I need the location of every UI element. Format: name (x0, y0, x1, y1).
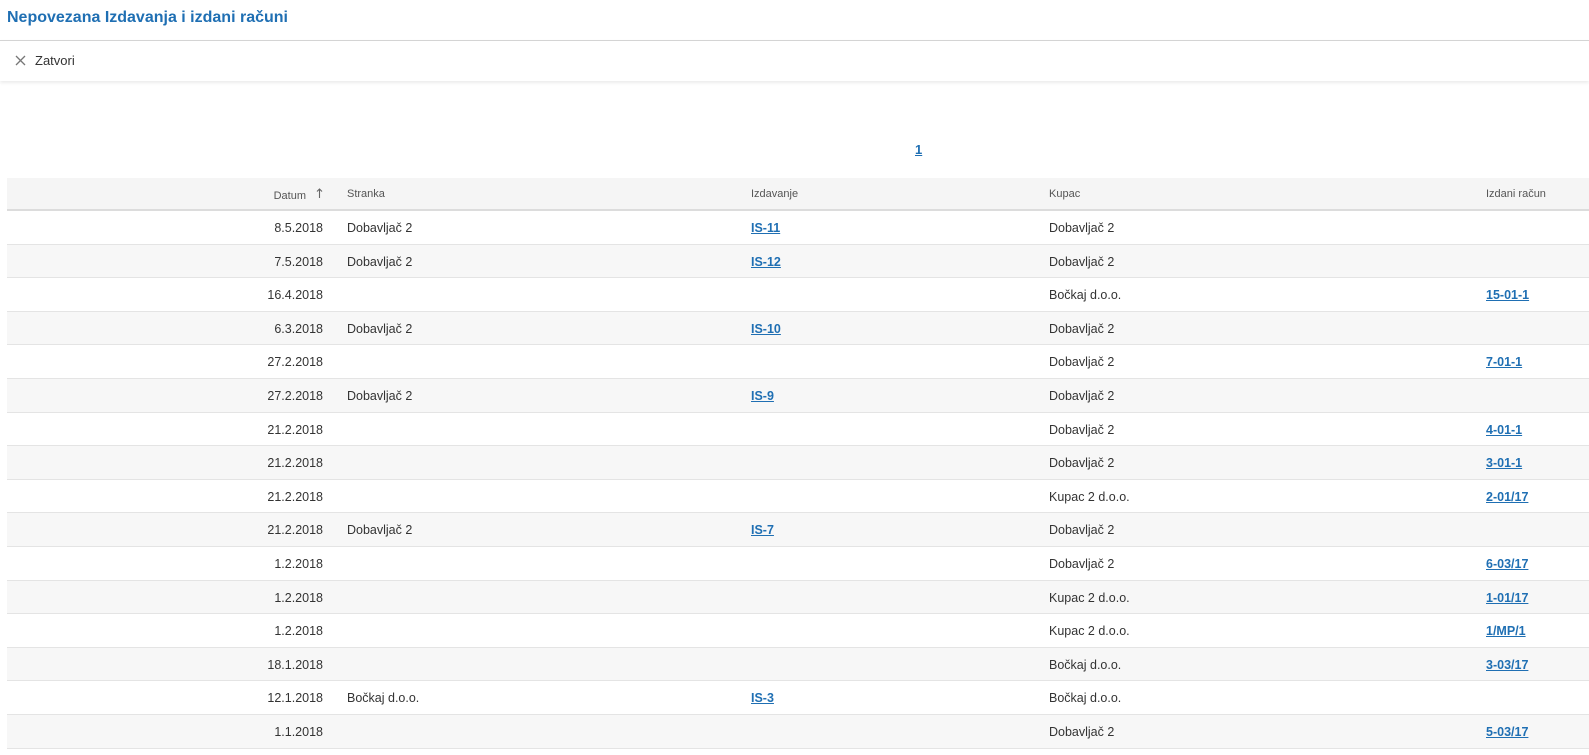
close-label: Zatvori (35, 53, 75, 68)
cell-racun-link[interactable]: 15-01-1 (1486, 288, 1529, 302)
table-header: Datum Stranka Izdavanje Kupac Izdani rač… (7, 178, 1589, 211)
cell-datum: 21.2.2018 (267, 523, 323, 538)
cell-datum: 21.2.2018 (267, 422, 323, 437)
cell-kupac: Dobavljač 2 (1049, 523, 1115, 538)
table-row: 8.5.2018 Dobavljač 2 IS-11 Dobavljač 2 (7, 211, 1589, 245)
cell-kupac: Dobavljač 2 (1049, 724, 1115, 739)
cell-racun-link[interactable]: 2-01/17 (1486, 490, 1528, 504)
header-izdavanje[interactable]: Izdavanje (751, 188, 798, 200)
cell-stranka: Dobavljač 2 (347, 321, 413, 336)
table-row: 1.2.2018 Kupac 2 d.o.o. 1/MP/1 (7, 614, 1589, 648)
cell-izdavanje-link[interactable]: IS-9 (751, 389, 774, 403)
cell-datum: 6.3.2018 (274, 321, 323, 336)
cell-kupac: Kupac 2 d.o.o. (1049, 489, 1130, 504)
cell-datum: 27.2.2018 (267, 388, 323, 403)
cell-datum: 8.5.2018 (274, 221, 323, 235)
cell-racun-link[interactable]: 3-01-1 (1486, 456, 1522, 470)
cell-datum: 21.2.2018 (267, 456, 323, 471)
cell-kupac: Kupac 2 d.o.o. (1049, 624, 1130, 639)
cell-racun-link[interactable]: 4-01-1 (1486, 423, 1522, 437)
table-row: 21.2.2018 Dobavljač 2 IS-7 Dobavljač 2 (7, 513, 1589, 547)
cell-kupac: Bočkaj d.o.o. (1049, 691, 1122, 706)
table-row: 21.2.2018 Kupac 2 d.o.o. 2-01/17 (7, 480, 1589, 514)
cell-datum: 1.2.2018 (274, 590, 323, 605)
header-izdani-racun[interactable]: Izdani račun (1486, 188, 1546, 200)
header-datum[interactable]: Datum (274, 188, 323, 202)
cell-kupac: Dobavljač 2 (1049, 254, 1115, 269)
cell-racun-link[interactable]: 1/MP/1 (1486, 624, 1526, 638)
table-row: 7.5.2018 Dobavljač 2 IS-12 Dobavljač 2 (7, 244, 1589, 279)
table-row: 1.2.2018 Dobavljač 2 6-03/17 (7, 547, 1589, 581)
cell-kupac: Bočkaj d.o.o. (1049, 288, 1122, 303)
cell-kupac: Dobavljač 2 (1049, 456, 1115, 471)
cell-datum: 12.1.2018 (267, 691, 323, 706)
cell-datum: 18.1.2018 (267, 657, 323, 672)
cell-kupac: Dobavljač 2 (1049, 422, 1115, 437)
table-row: 27.2.2018 Dobavljač 2 7-01-1 (7, 345, 1589, 379)
cell-racun-link[interactable]: 5-03/17 (1486, 725, 1528, 739)
cell-datum: 1.2.2018 (274, 556, 323, 571)
table-row: 16.4.2018 Bočkaj d.o.o. 15-01-1 (7, 278, 1589, 312)
header-kupac[interactable]: Kupac (1049, 188, 1080, 200)
pager-page-1[interactable]: 1 (915, 142, 922, 157)
cell-izdavanje-link[interactable]: IS-7 (751, 523, 774, 537)
cell-izdavanje-link[interactable]: IS-12 (751, 255, 781, 269)
close-icon (15, 55, 26, 66)
table-row: 1.2.2018 Kupac 2 d.o.o. 1-01/17 (7, 580, 1589, 615)
cell-kupac: Dobavljač 2 (1049, 388, 1115, 403)
sort-ascending-icon (316, 188, 323, 202)
cell-stranka: Dobavljač 2 (347, 221, 413, 235)
page-title: Nepovezana Izdavanja i izdani računi (7, 9, 288, 26)
cell-kupac: Dobavljač 2 (1049, 221, 1115, 235)
cell-datum: 7.5.2018 (274, 254, 323, 269)
cell-kupac: Dobavljač 2 (1049, 321, 1115, 336)
table-row: 21.2.2018 Dobavljač 2 3-01-1 (7, 446, 1589, 480)
data-table: Datum Stranka Izdavanje Kupac Izdani rač… (7, 178, 1589, 749)
cell-datum: 16.4.2018 (267, 288, 323, 303)
close-button[interactable]: Zatvori (15, 53, 75, 68)
cell-racun-link[interactable]: 1-01/17 (1486, 591, 1528, 605)
table-body: 8.5.2018 Dobavljač 2 IS-11 Dobavljač 2 7.5.2… (7, 211, 1589, 749)
cell-racun-link[interactable]: 7-01-1 (1486, 355, 1522, 369)
cell-racun-link[interactable]: 3-03/17 (1486, 658, 1528, 672)
table-row: 27.2.2018 Dobavljač 2 IS-9 Dobavljač 2 (7, 378, 1589, 413)
cell-izdavanje-link[interactable]: IS-3 (751, 691, 774, 705)
cell-datum: 21.2.2018 (267, 489, 323, 504)
cell-kupac: Dobavljač 2 (1049, 556, 1115, 571)
header-stranka[interactable]: Stranka (347, 188, 385, 200)
table-row: 12.1.2018 Bočkaj d.o.o. IS-3 Bočkaj d.o.o. (7, 681, 1589, 715)
cell-stranka: Dobavljač 2 (347, 254, 413, 269)
cell-kupac: Dobavljač 2 (1049, 355, 1115, 370)
cell-stranka: Dobavljač 2 (347, 388, 413, 403)
table-row: 1.1.2018 Dobavljač 2 5-03/17 (7, 714, 1589, 749)
cell-datum: 1.1.2018 (274, 724, 323, 739)
header-datum-label: Datum (273, 190, 306, 202)
cell-datum: 27.2.2018 (267, 355, 323, 370)
cell-izdavanje-link[interactable]: IS-11 (751, 221, 780, 235)
cell-izdavanje-link[interactable]: IS-10 (751, 322, 781, 336)
cell-stranka: Bočkaj d.o.o. (347, 691, 420, 706)
table-row: 6.3.2018 Dobavljač 2 IS-10 Dobavljač 2 (7, 311, 1589, 346)
cell-racun-link[interactable]: 6-03/17 (1486, 557, 1528, 571)
cell-stranka: Dobavljač 2 (347, 523, 413, 538)
cell-kupac: Bočkaj d.o.o. (1049, 657, 1122, 672)
cell-datum: 1.2.2018 (274, 624, 323, 639)
toolbar: Zatvori (0, 40, 1589, 81)
table-row: 21.2.2018 Dobavljač 2 4-01-1 (7, 413, 1589, 447)
table-row: 18.1.2018 Bočkaj d.o.o. 3-03/17 (7, 647, 1589, 682)
cell-kupac: Kupac 2 d.o.o. (1049, 590, 1130, 605)
